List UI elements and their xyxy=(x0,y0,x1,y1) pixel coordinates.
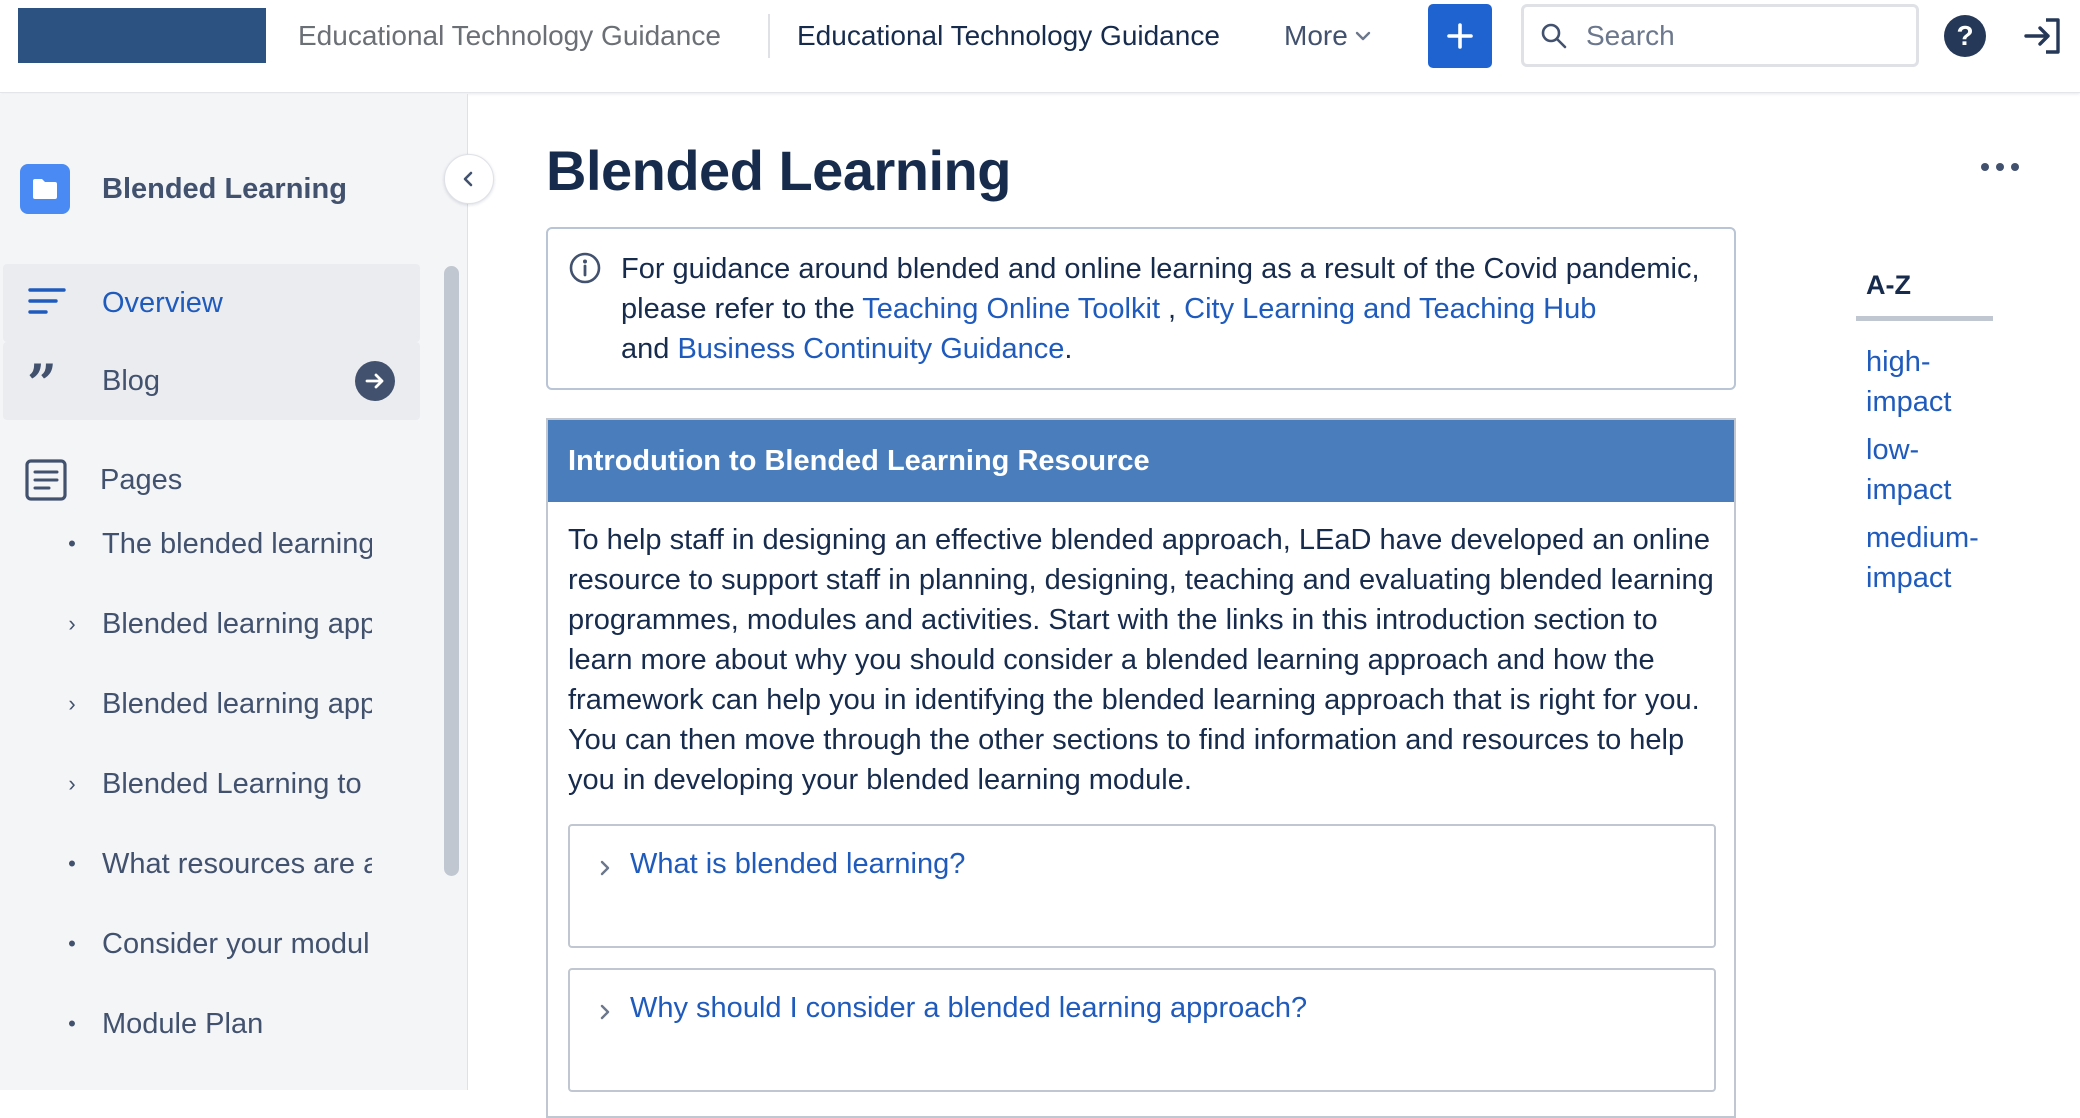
search-icon xyxy=(1540,22,1568,55)
business-continuity-link[interactable]: Business Continuity Guidance xyxy=(677,333,1064,365)
page-tree-label: Blended Learning to xyxy=(102,767,362,800)
az-link-low-impact[interactable]: low-impact xyxy=(1866,430,1996,510)
chevron-left-icon xyxy=(463,171,473,187)
az-link-medium-impact[interactable]: medium-impact xyxy=(1866,518,1996,598)
page-tree-label: Blended learning app xyxy=(102,687,372,720)
arrow-right-icon[interactable] xyxy=(355,361,395,401)
page-tree-item[interactable]: • Consider your modul xyxy=(0,914,380,974)
page-tree-item[interactable]: › Blended Learning to xyxy=(0,754,380,814)
page-tree-item[interactable]: › Blended learning app xyxy=(0,674,380,734)
sidebar-scrollbar[interactable] xyxy=(444,266,459,876)
bullet-icon: • xyxy=(68,1011,76,1036)
info-text-part: , xyxy=(1160,293,1185,325)
topbar-divider xyxy=(768,14,770,58)
page-tree-label: Blended learning app xyxy=(102,607,372,640)
bullet-icon: • xyxy=(68,851,76,876)
bullet-icon: • xyxy=(68,931,76,956)
sidebar-item-label: Blog xyxy=(102,364,161,397)
svg-text:”: ” xyxy=(27,362,57,398)
page-tree-item[interactable]: • What resources are a xyxy=(0,834,380,894)
search-field[interactable] xyxy=(1521,4,1919,67)
site-logo[interactable] xyxy=(18,8,266,63)
learning-teaching-hub-link[interactable]: City Learning and Teaching Hub xyxy=(1184,293,1596,325)
ellipsis-icon xyxy=(1981,163,2019,171)
page-tree-label: Module Plan xyxy=(102,1007,264,1040)
pages-label: Pages xyxy=(100,463,183,496)
expand-why-blended-approach[interactable]: Why should I consider a blended learning… xyxy=(568,968,1716,1092)
az-link-list: high-impact low-impact medium-impact xyxy=(1866,342,1996,606)
chevron-right-icon[interactable]: › xyxy=(60,691,84,717)
info-text-part: . xyxy=(1064,333,1073,365)
chevron-right-icon[interactable]: › xyxy=(60,611,84,637)
info-panel: For guidance around blended and online l… xyxy=(546,227,1736,390)
pages-section-header[interactable]: Pages xyxy=(24,458,182,502)
pages-icon xyxy=(25,459,67,501)
panel-body-text: To help staff in designing an effective … xyxy=(568,524,1714,796)
svg-text:?: ? xyxy=(1956,20,1973,51)
chevron-right-icon xyxy=(598,1003,612,1026)
page-tree-label: Consider your modul xyxy=(102,927,370,960)
info-text-part: and xyxy=(621,333,678,365)
space-sidebar: Blended Learning Overview ” Blog Pages •… xyxy=(0,94,468,1090)
quote-icon: ” xyxy=(27,354,67,415)
expand-label[interactable]: Why should I consider a blended learning… xyxy=(630,992,1307,1025)
help-icon: ? xyxy=(1944,15,1986,57)
bullet-icon: • xyxy=(68,531,76,556)
az-underline xyxy=(1856,316,1993,321)
help-button[interactable]: ? xyxy=(1943,14,1987,63)
expand-label[interactable]: What is blended learning? xyxy=(630,848,965,881)
page-tree-item[interactable]: › Blended learning app xyxy=(0,594,380,654)
chevron-right-icon[interactable]: › xyxy=(60,771,84,797)
sidebar-space-header[interactable]: Blended Learning xyxy=(20,164,347,214)
page-tree-label: What resources are a xyxy=(102,847,372,880)
sidebar-item-blog[interactable]: ” Blog xyxy=(3,342,420,420)
page-title: Blended Learning xyxy=(546,139,1011,202)
space-name-link[interactable]: Educational Technology Guidance xyxy=(298,19,721,53)
chevron-right-icon xyxy=(598,859,612,882)
plus-icon xyxy=(1447,23,1473,49)
collapse-sidebar-button[interactable] xyxy=(444,154,494,204)
az-link-high-impact[interactable]: high-impact xyxy=(1866,342,1996,422)
more-menu-button[interactable]: More xyxy=(1284,15,1372,57)
page-tree-item[interactable]: • Module Plan xyxy=(0,994,380,1054)
intro-resource-panel: Introdution to Blended Learning Resource… xyxy=(546,418,1736,1118)
more-label: More xyxy=(1284,20,1348,51)
panel-heading: Introdution to Blended Learning Resource xyxy=(548,420,1734,502)
space-avatar-icon xyxy=(20,164,70,214)
az-title: A-Z xyxy=(1866,270,1911,300)
space-label: Blended Learning xyxy=(102,172,347,205)
sidebar-item-overview[interactable]: Overview xyxy=(3,264,420,342)
page-tree-label: The blended learning xyxy=(102,527,372,560)
search-input[interactable] xyxy=(1586,13,1906,59)
sidebar-item-label: Overview xyxy=(102,286,223,319)
expand-what-is-blended-learning[interactable]: What is blended learning? xyxy=(568,824,1716,948)
create-button[interactable] xyxy=(1428,4,1492,68)
space-title-link[interactable]: Educational Technology Guidance xyxy=(797,19,1220,53)
overview-lines-icon xyxy=(27,284,67,325)
page-tree-item[interactable]: • The blended learning xyxy=(0,514,380,574)
info-icon xyxy=(568,251,602,290)
teaching-online-toolkit-link[interactable]: Teaching Online Toolkit xyxy=(862,293,1160,325)
top-navigation-bar: Educational Technology Guidance Educatio… xyxy=(0,0,2080,93)
log-in-icon xyxy=(2024,18,2060,54)
info-text: For guidance around blended and online l… xyxy=(621,249,1721,369)
chevron-down-icon xyxy=(1355,31,1370,41)
more-actions-button[interactable] xyxy=(1980,160,2020,178)
log-in-button[interactable] xyxy=(2022,14,2066,63)
